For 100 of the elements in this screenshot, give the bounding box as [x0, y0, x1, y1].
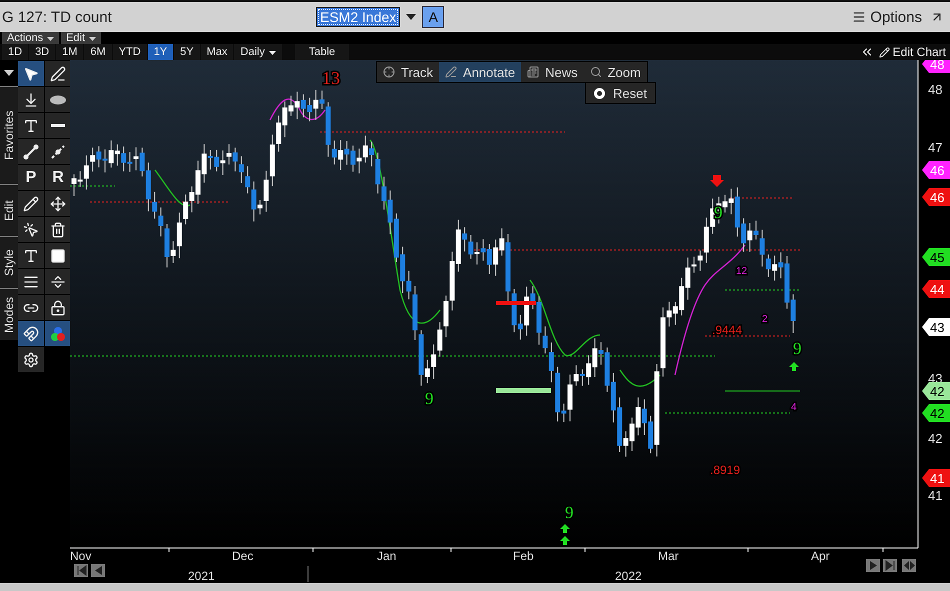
tool-button[interactable] [18, 139, 44, 164]
up-arrow-icon [560, 524, 570, 545]
count-label: .8919 [710, 463, 740, 477]
tool-button[interactable] [18, 61, 44, 86]
pencil-icon [878, 46, 890, 58]
price-tag: 45 [922, 248, 950, 266]
count-label: .9444 [712, 323, 742, 337]
axis-label: Nov [70, 549, 92, 563]
options-button[interactable]: Options [852, 8, 922, 26]
axis-label: 47 [928, 140, 942, 155]
tool-button[interactable] [45, 269, 71, 294]
pointer-icon [23, 66, 39, 82]
settings-icon [23, 352, 39, 368]
security-field[interactable]: ESM2 Index [316, 7, 400, 27]
range-button[interactable]: YTD [112, 44, 147, 60]
count-label: 9 [425, 389, 434, 408]
tool-button[interactable] [18, 321, 44, 346]
color-dots-icon [50, 326, 66, 342]
caret-icon [47, 37, 54, 41]
text-icon [23, 118, 39, 134]
segment-icon [50, 144, 66, 160]
tool-button[interactable] [45, 295, 71, 320]
level-marker [496, 301, 536, 305]
range-button[interactable]: Max [200, 44, 234, 60]
count-label: 2 [762, 314, 768, 325]
range-button[interactable]: 3D [29, 44, 56, 60]
trash-icon [50, 222, 66, 238]
count-label: 12 [736, 266, 748, 277]
edit-chart-button[interactable]: Edit Chart [874, 45, 950, 59]
tool-button[interactable] [18, 191, 44, 216]
move-icon [50, 196, 66, 212]
tool-button[interactable] [18, 295, 44, 320]
tool-button[interactable] [18, 217, 44, 242]
tool-button[interactable] [45, 113, 71, 138]
caret-icon [268, 51, 276, 55]
axis-label: Apr [811, 549, 830, 563]
scroll-right-button[interactable] [866, 559, 880, 572]
tool-button[interactable] [45, 217, 71, 242]
side-tab[interactable]: Modes [0, 288, 18, 340]
news-icon [527, 66, 540, 78]
axis-label: Mar [658, 549, 679, 563]
range-button[interactable]: 1Y [148, 44, 174, 60]
table-button[interactable]: Table [294, 44, 350, 60]
year-label: 2021 [188, 569, 215, 583]
price-tag: 42 [922, 382, 950, 400]
letter-tool-button[interactable]: R [45, 165, 71, 190]
axis-label: Jan [377, 549, 396, 563]
tool-button[interactable] [45, 61, 71, 86]
circle-icon [594, 88, 605, 98]
tool-button[interactable] [45, 139, 71, 164]
caret-icon [89, 37, 96, 41]
font-icon [23, 248, 39, 264]
range-button[interactable]: 1D [2, 44, 28, 60]
tool-button[interactable] [45, 87, 71, 112]
tool-button[interactable] [45, 191, 71, 216]
axis-label: Dec [232, 549, 254, 563]
caret-icon[interactable] [4, 70, 14, 76]
side-tab[interactable]: Favorites [0, 86, 18, 184]
frequency-dropdown[interactable]: Daily [234, 44, 282, 60]
count-label: 13 [322, 68, 340, 88]
axis-label: 42 [928, 431, 942, 446]
price-tag: 44 [922, 280, 950, 298]
crosshair-icon [383, 66, 395, 78]
letter-tool-button[interactable]: P [18, 165, 44, 190]
tool-button[interactable] [18, 87, 44, 112]
menu-button[interactable]: Edit [61, 32, 102, 44]
menu-icon [852, 10, 866, 24]
pen-icon [445, 66, 458, 78]
price-tag: 41 [922, 469, 950, 487]
chart-mode-button[interactable]: Annotate [439, 62, 522, 82]
price-tag: 42 [922, 404, 950, 422]
range-button[interactable]: 1M [56, 44, 84, 60]
price-tag: 43 [922, 318, 950, 336]
line-style-icon [50, 274, 66, 290]
tool-button[interactable] [45, 243, 71, 268]
price-tag: 48 [922, 60, 950, 73]
segment-icon [23, 144, 39, 160]
source-button[interactable]: A [422, 6, 444, 28]
caret-icon[interactable] [406, 14, 416, 20]
reset-button[interactable]: Reset [585, 82, 656, 104]
tool-button[interactable] [18, 113, 44, 138]
scroll-end-button[interactable] [883, 559, 897, 572]
line-weight-icon [23, 274, 39, 290]
range-button[interactable]: 5Y [174, 44, 200, 60]
tool-button[interactable] [18, 269, 44, 294]
scroll-start-button[interactable] [74, 564, 88, 577]
magnet-icon [23, 326, 39, 342]
tool-button[interactable] [18, 347, 44, 372]
tool-button[interactable] [45, 321, 71, 346]
side-tab[interactable]: Edit [0, 184, 18, 236]
pencil-icon [23, 196, 39, 212]
price-tag: 46 [922, 161, 950, 179]
zoom-out-button[interactable] [902, 559, 916, 572]
year-label: 2022 [615, 569, 642, 583]
tool-button[interactable] [18, 243, 44, 268]
range-button[interactable]: 6M [84, 44, 112, 60]
scroll-left-button[interactable] [91, 564, 105, 577]
side-tab[interactable]: Style [0, 236, 18, 288]
menu-button[interactable]: Actions [2, 32, 60, 44]
down-arrow-icon [710, 175, 724, 187]
